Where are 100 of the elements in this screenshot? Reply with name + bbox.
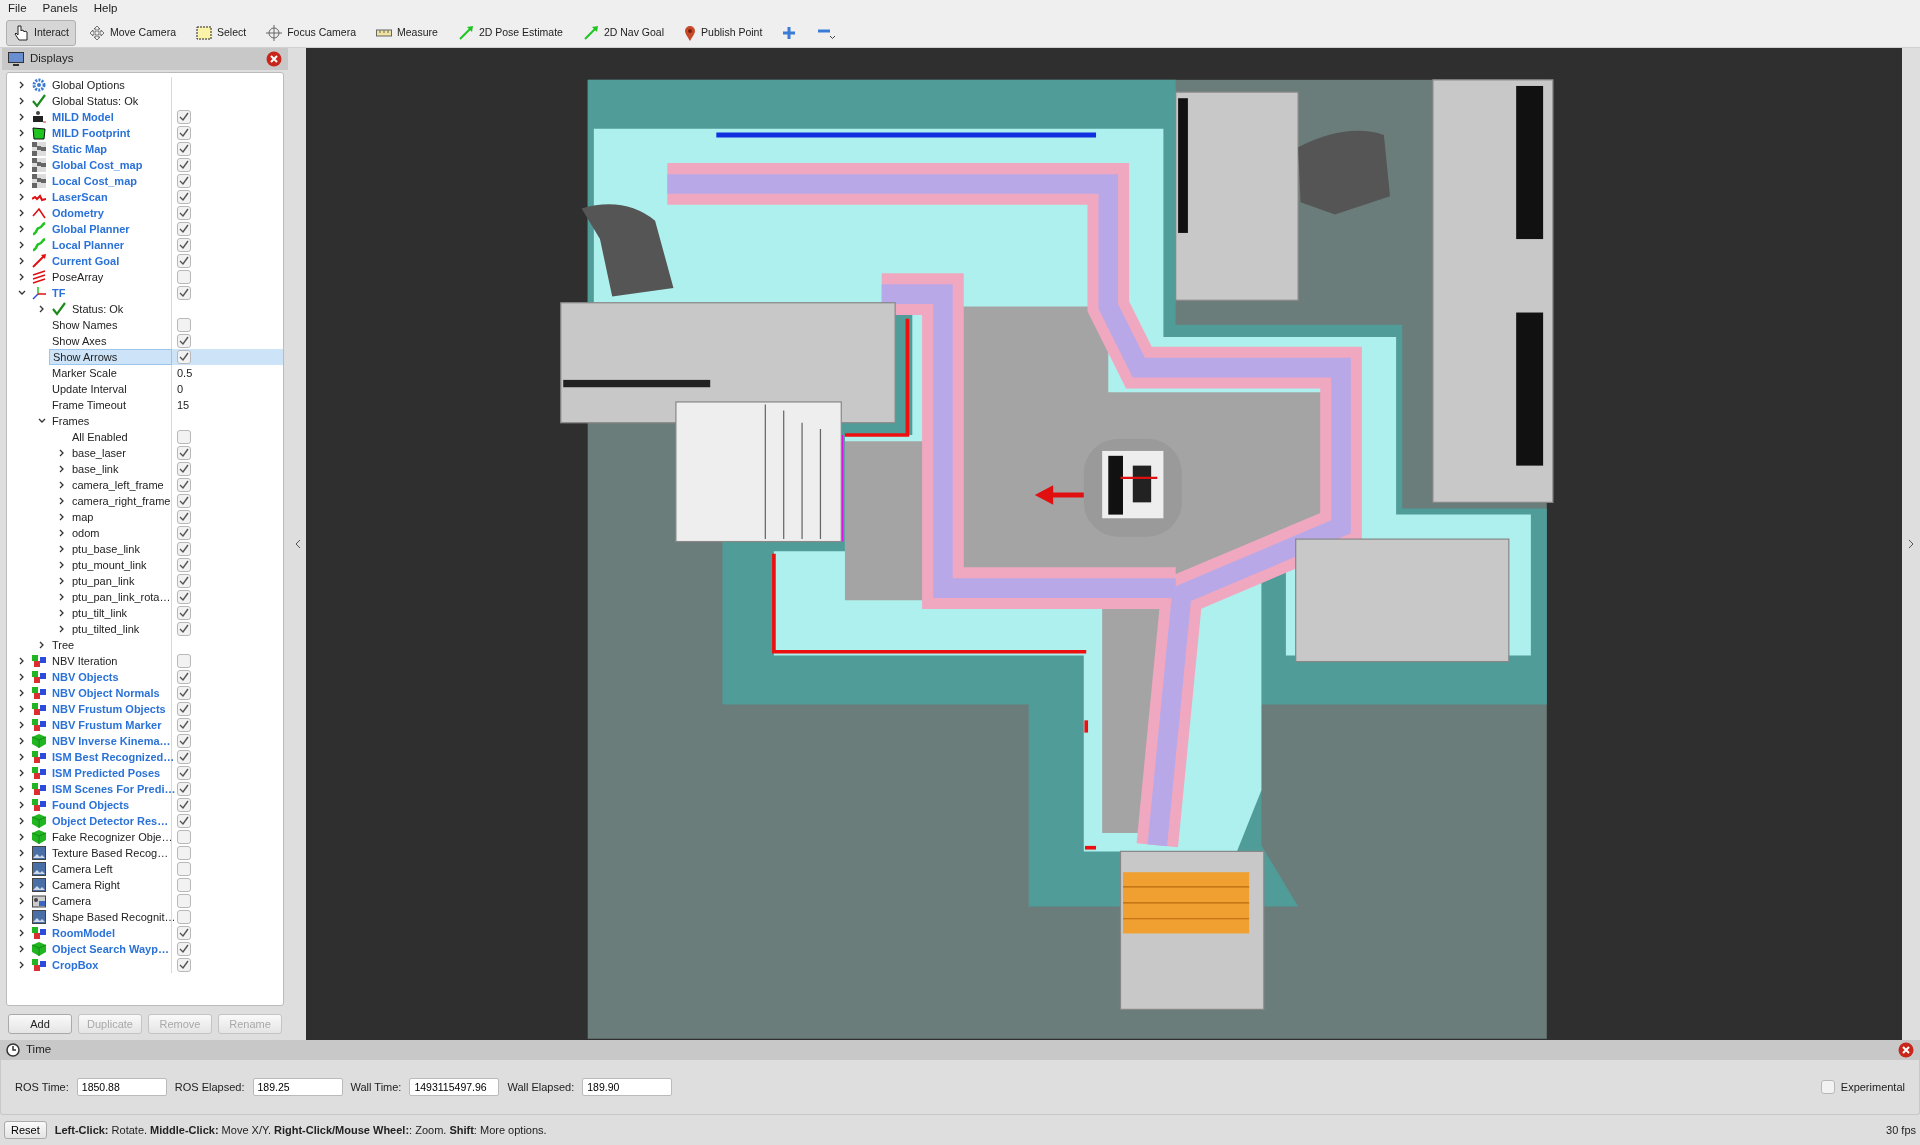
checkbox[interactable] — [177, 942, 191, 956]
checkbox[interactable] — [177, 158, 191, 172]
checkbox[interactable] — [177, 254, 191, 268]
tree-item-label[interactable]: NBV Objects — [49, 669, 122, 685]
tree-item-label[interactable]: Update Interval — [49, 381, 130, 397]
tool-button[interactable]: Publish Point — [677, 19, 770, 46]
tree-item-label[interactable]: ISM Predicted Poses — [49, 765, 164, 781]
checkbox[interactable] — [177, 494, 191, 508]
tree-item-label[interactable]: Camera Right — [49, 877, 123, 893]
tree-item-label[interactable]: camera_left_frame — [69, 477, 167, 493]
tree-item-label[interactable]: ptu_pan_link_rota… — [69, 589, 174, 605]
tree-item-label[interactable]: Texture Based Recog… — [49, 845, 172, 861]
tree-item-label[interactable]: TF — [49, 285, 69, 301]
tree-item-label[interactable]: NBV Frustum Marker — [49, 717, 165, 733]
tool-button[interactable]: 2D Nav Goal — [575, 19, 672, 46]
tree-item-label[interactable]: Local Cost_map — [49, 173, 140, 189]
tree-item-label[interactable]: NBV Object Normals — [49, 685, 163, 701]
property-value[interactable]: 15 — [177, 396, 190, 414]
checkbox[interactable] — [177, 686, 191, 700]
checkbox[interactable] — [177, 222, 191, 236]
checkbox[interactable] — [177, 718, 191, 732]
tree-item-label[interactable]: Global Options — [49, 77, 128, 93]
tree-item-label[interactable]: base_link — [69, 461, 122, 477]
checkbox[interactable] — [177, 574, 191, 588]
tree-item-label[interactable]: Camera — [49, 893, 95, 909]
checkbox[interactable] — [177, 814, 191, 828]
tree-item-label[interactable]: NBV Iteration — [49, 653, 121, 669]
checkbox[interactable] — [177, 430, 191, 444]
checkbox[interactable] — [177, 702, 191, 716]
tree-item-label[interactable]: Current Goal — [49, 253, 123, 269]
checkbox[interactable] — [177, 862, 191, 876]
checkbox[interactable] — [177, 110, 191, 124]
checkbox[interactable] — [177, 478, 191, 492]
tree-item-label[interactable]: ptu_pan_link — [69, 573, 138, 589]
tree-item-label[interactable]: Show Names — [49, 317, 121, 333]
checkbox[interactable] — [177, 286, 191, 300]
menu-item[interactable]: Help — [93, 0, 118, 18]
checkbox[interactable] — [177, 782, 191, 796]
checkbox[interactable] — [177, 878, 191, 892]
checkbox[interactable] — [177, 334, 191, 348]
checkbox[interactable] — [177, 766, 191, 780]
menu-item[interactable]: File — [8, 0, 27, 18]
time-field[interactable]: 189.25 — [252, 1078, 343, 1096]
property-value[interactable]: 0.5 — [177, 364, 193, 382]
tool-button[interactable]: Move Camera — [82, 19, 183, 46]
checkbox[interactable] — [177, 190, 191, 204]
tree-item-label[interactable]: Odometry — [49, 205, 107, 221]
checkbox[interactable] — [177, 270, 191, 284]
tree-item-label[interactable]: ptu_tilt_link — [69, 605, 131, 621]
tree-item-label[interactable]: Status: Ok — [69, 301, 127, 317]
tree-item-label[interactable]: Show Arrows — [49, 349, 172, 365]
tree-item-label[interactable]: map — [69, 509, 97, 525]
tree-item-label[interactable]: Found Objects — [49, 797, 132, 813]
checkbox[interactable] — [177, 590, 191, 604]
chevron-right-icon[interactable] — [1908, 539, 1914, 549]
tree-item-label[interactable]: NBV Frustum Objects — [49, 701, 169, 717]
time-field[interactable]: 1493115497.96 — [409, 1078, 500, 1096]
tree-item-label[interactable]: Static Map — [49, 141, 110, 157]
tree-item-label[interactable]: RoomModel — [49, 925, 118, 941]
checkbox[interactable] — [177, 606, 191, 620]
tree-item-label[interactable]: LaserScan — [49, 189, 111, 205]
tool-button[interactable]: Focus Camera — [259, 19, 364, 46]
tree-item-label[interactable]: odom — [69, 525, 103, 541]
checkbox[interactable] — [177, 446, 191, 460]
tree-item-label[interactable]: Global Planner — [49, 221, 133, 237]
tree-item-label[interactable]: All Enabled — [69, 429, 131, 445]
checkbox[interactable] — [177, 238, 191, 252]
time-field[interactable]: 189.90 — [582, 1078, 673, 1096]
checkbox[interactable] — [177, 894, 191, 908]
tree-item-label[interactable]: Show Axes — [49, 333, 110, 349]
tree-item-label[interactable]: Marker Scale — [49, 365, 120, 381]
tree-item-label[interactable]: ptu_base_link — [69, 541, 143, 557]
tree-item-label[interactable]: Tree — [49, 637, 78, 653]
checkbox[interactable] — [177, 206, 191, 220]
checkbox[interactable] — [177, 830, 191, 844]
checkbox[interactable] — [177, 174, 191, 188]
checkbox[interactable] — [177, 126, 191, 140]
tree-item-label[interactable]: ISM Scenes For Predi… — [49, 781, 179, 797]
tree-item-label[interactable]: MILD Footprint — [49, 125, 134, 141]
tree-item-label[interactable]: Object Search Wayp… — [49, 941, 172, 957]
tree-item-label[interactable]: Frame Timeout — [49, 397, 129, 413]
tree-item-label[interactable]: CropBox — [49, 957, 102, 973]
checkbox[interactable] — [177, 846, 191, 860]
checkbox[interactable] — [177, 750, 191, 764]
tree-item-label[interactable]: ptu_mount_link — [69, 557, 150, 573]
checkbox[interactable] — [1821, 1080, 1836, 1094]
tree-item-label[interactable]: Global Status: Ok — [49, 93, 142, 109]
checkbox[interactable] — [177, 558, 191, 572]
checkbox[interactable] — [177, 670, 191, 684]
property-value[interactable]: 0 — [177, 380, 184, 398]
checkbox[interactable] — [177, 654, 191, 668]
tree-item-label[interactable]: Local Planner — [49, 237, 128, 253]
checkbox[interactable] — [177, 526, 191, 540]
menu-item[interactable]: Panels — [42, 0, 78, 18]
tree-item-label[interactable]: ISM Best Recognized… — [49, 749, 178, 765]
checkbox[interactable] — [177, 910, 191, 924]
tool-button[interactable]: Interact — [6, 19, 77, 46]
checkbox[interactable] — [177, 510, 191, 524]
checkbox[interactable] — [177, 926, 191, 940]
tree-item-label[interactable]: Shape Based Recognit… — [49, 909, 179, 925]
